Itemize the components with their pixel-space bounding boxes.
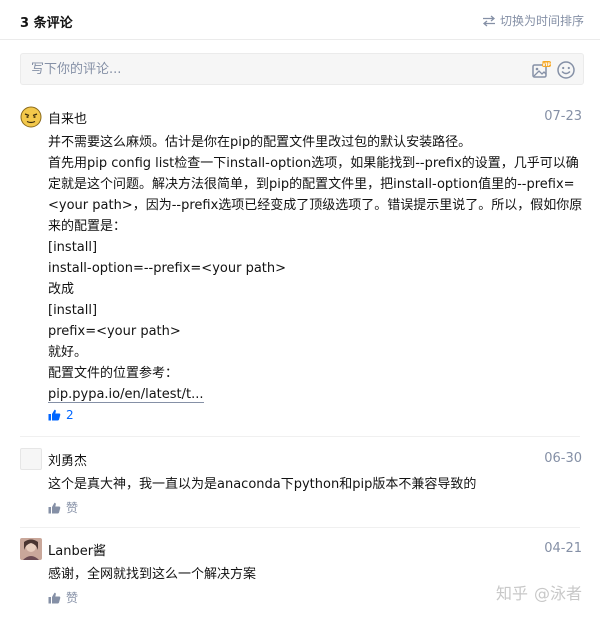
divider bbox=[20, 436, 580, 437]
like-count: 2 bbox=[66, 408, 74, 422]
comment-line: <your path>，因为--prefix选项已经变成了顶级选项了。错误提示里… bbox=[48, 198, 583, 213]
thumbs-up-icon bbox=[48, 502, 61, 513]
comment-count-title: 3 条评论 bbox=[20, 16, 73, 31]
like-label: 赞 bbox=[66, 501, 79, 515]
comment-line: 定就是这个问题。解决方法很简单，到pip的配置文件里，把install-opti… bbox=[48, 177, 575, 192]
comment-body: 这个是真大神，我一直以为是anaconda下python和pip版本不兼容导致的 bbox=[48, 474, 580, 495]
divider bbox=[20, 527, 580, 528]
avatar[interactable] bbox=[20, 448, 42, 470]
comment-body: 并不需要这么麻烦。估计是你在pip的配置文件里改过包的默认安装路径。 首先用pi… bbox=[48, 132, 583, 405]
swap-arrows-icon bbox=[482, 15, 495, 26]
comment-item: 刘勇杰 06-30 这个是真大神，我一直以为是anaconda下python和p… bbox=[20, 448, 584, 520]
comment-line: 来的配置是： bbox=[48, 219, 127, 234]
emoji-icon bbox=[557, 61, 575, 79]
like-button[interactable]: 2 bbox=[48, 408, 74, 422]
comment-line: [install] bbox=[48, 240, 98, 255]
image-vip-icon: VIP bbox=[532, 61, 551, 78]
comment-line: [install] bbox=[48, 303, 98, 318]
emoji-button[interactable] bbox=[556, 60, 576, 80]
thumbs-up-icon bbox=[48, 409, 61, 421]
comment-line: install-option=--prefix=<your path> bbox=[48, 261, 287, 276]
sort-toggle-button[interactable]: 切换为时间排序 bbox=[482, 12, 584, 29]
comment-line: 就好。 bbox=[48, 345, 88, 360]
avatar[interactable] bbox=[20, 106, 42, 128]
comment-line: 首先用pip config list检查一下install-option选项，如… bbox=[48, 156, 579, 171]
thumbs-up-icon bbox=[48, 592, 61, 603]
watermark: 知乎 @泳者 bbox=[496, 580, 582, 604]
comment-author[interactable]: 刘勇杰 bbox=[48, 450, 87, 469]
photo-avatar-icon bbox=[20, 538, 42, 560]
comment-line: 配置文件的位置参考： bbox=[48, 366, 179, 381]
insert-image-button[interactable]: VIP bbox=[531, 60, 551, 80]
comment-date: 07-23 bbox=[544, 109, 582, 124]
comment-item: 自来也 07-23 并不需要这么麻烦。估计是你在pip的配置文件里改过包的默认安… bbox=[20, 106, 584, 426]
comments-header: 3 条评论 切换为时间排序 bbox=[0, 0, 600, 40]
watermark-site: 知乎 bbox=[495, 584, 528, 603]
comment-author[interactable]: 自来也 bbox=[48, 108, 87, 127]
like-button[interactable]: 赞 bbox=[48, 589, 78, 606]
cartoon-face-avatar-icon bbox=[20, 106, 42, 128]
comment-line: 这个是真大神，我一直以为是anaconda下python和pip版本不兼容导致的 bbox=[48, 477, 477, 492]
comment-date: 06-30 bbox=[544, 451, 582, 466]
avatar[interactable] bbox=[20, 538, 42, 560]
comment-line: prefix=<your path> bbox=[48, 324, 181, 339]
watermark-user: @泳者 bbox=[533, 584, 582, 603]
reference-link[interactable]: pip.pypa.io/en/latest/t... bbox=[48, 387, 204, 403]
comment-composer: VIP bbox=[20, 53, 584, 85]
like-label: 赞 bbox=[66, 591, 79, 605]
comment-input[interactable] bbox=[21, 54, 521, 84]
svg-text:VIP: VIP bbox=[542, 62, 551, 68]
sort-toggle-label: 切换为时间排序 bbox=[499, 14, 584, 28]
comment-line: 并不需要这么麻烦。估计是你在pip的配置文件里改过包的默认安装路径。 bbox=[48, 135, 472, 150]
comment-author[interactable]: Lanber酱 bbox=[48, 540, 106, 559]
like-button[interactable]: 赞 bbox=[48, 499, 78, 516]
comment-date: 04-21 bbox=[544, 541, 582, 556]
comment-line: 改成 bbox=[48, 282, 75, 297]
